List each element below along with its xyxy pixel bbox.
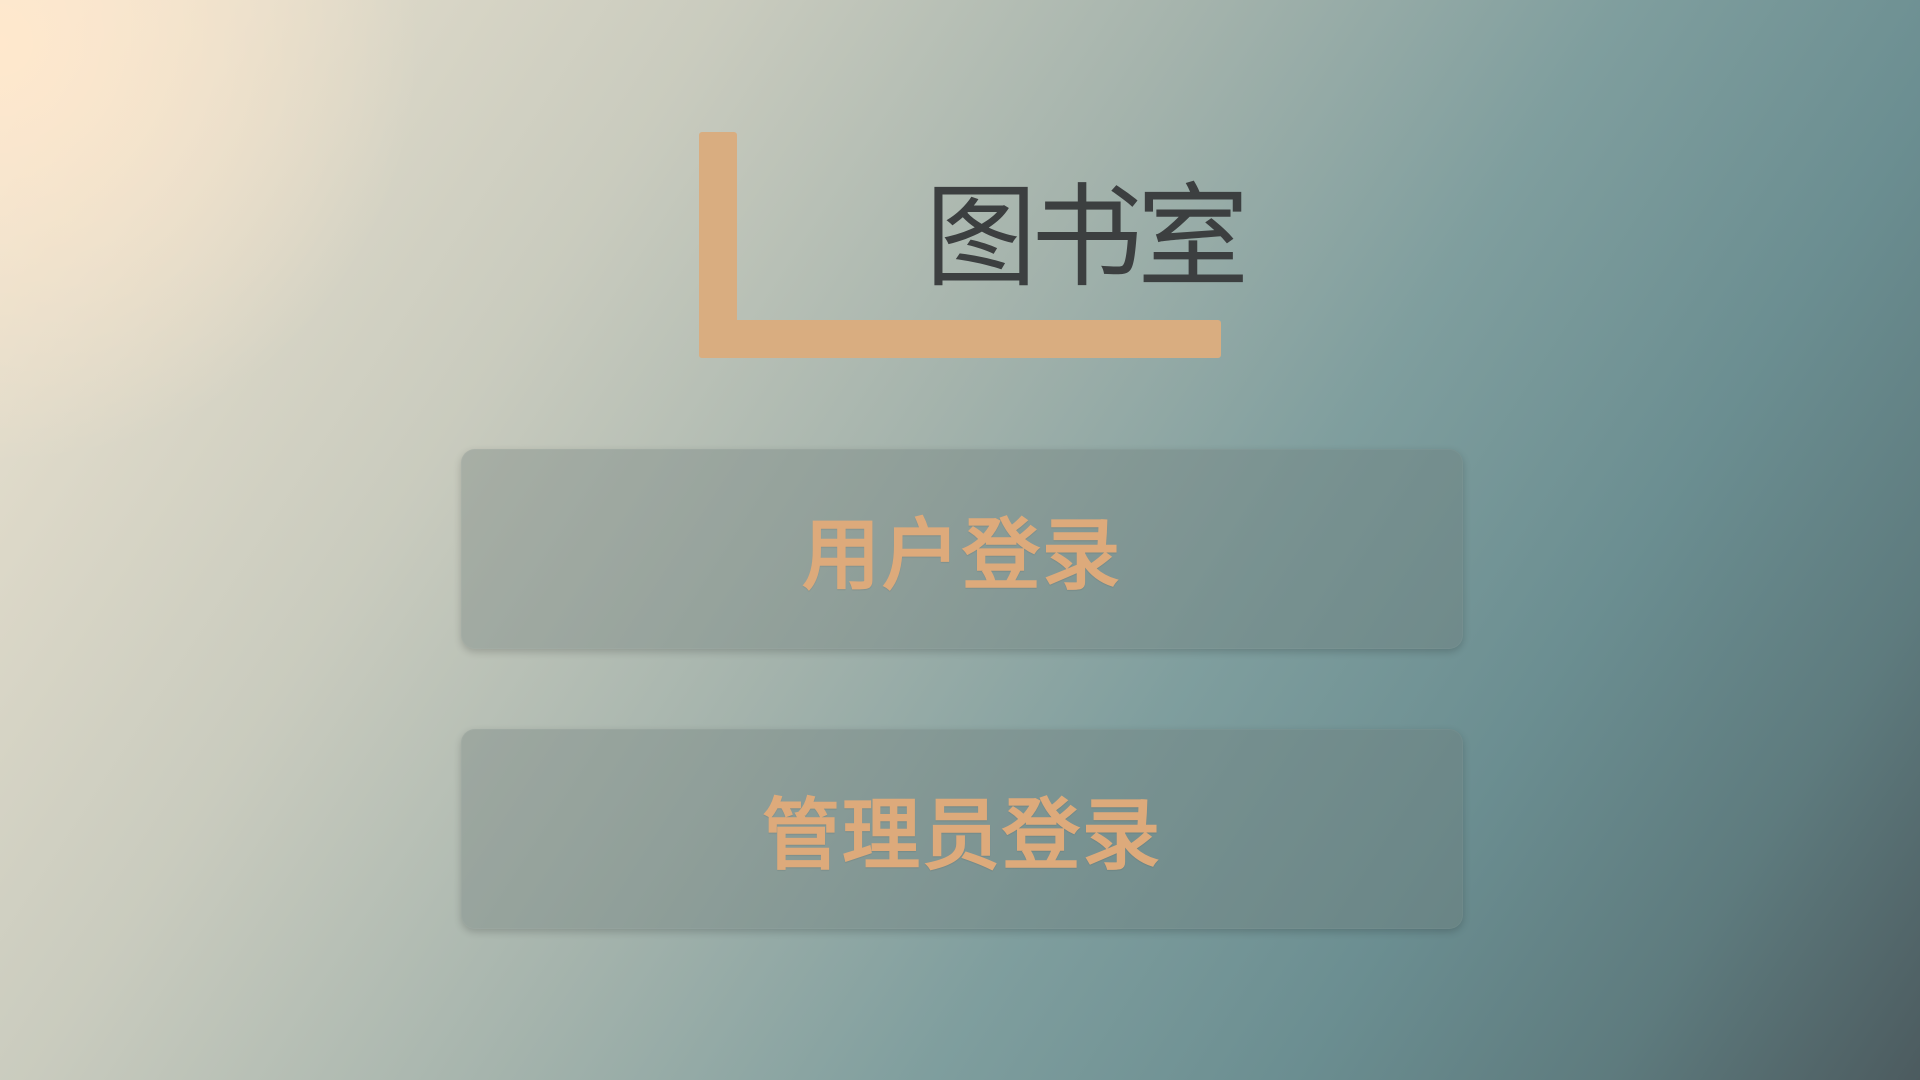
admin-login-button[interactable]: 管理员登录 (461, 729, 1463, 929)
shelf-board (699, 320, 1221, 358)
library-logo: 图书室 (0, 0, 1920, 400)
user-login-label: 用户登录 (801, 511, 1122, 601)
user-login-button[interactable]: 用户登录 (461, 449, 1463, 649)
logo-title: 图书室 (925, 173, 1249, 303)
admin-login-label: 管理员登录 (761, 791, 1162, 881)
